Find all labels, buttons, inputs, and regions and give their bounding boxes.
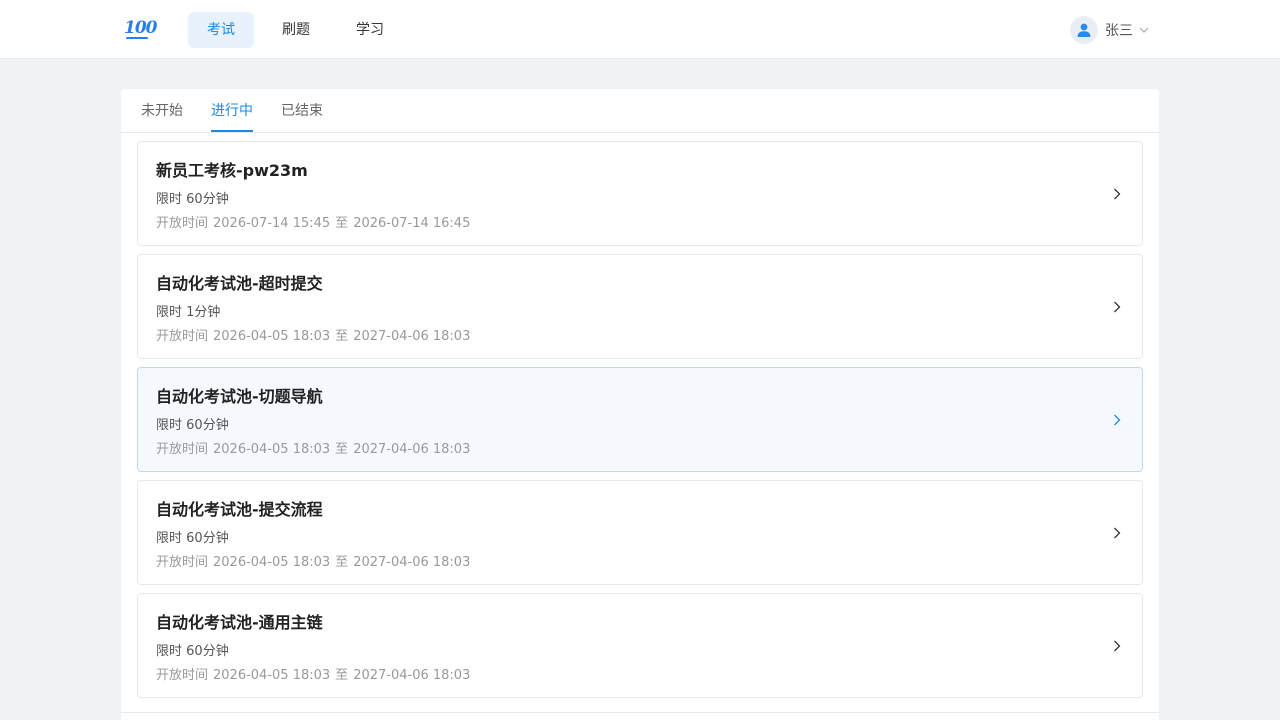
logo[interactable]: 100 [124, 18, 157, 38]
open-time-end: 2027-04-06 18:03 [353, 442, 471, 457]
open-time-start: 2026-04-05 18:03 [213, 442, 331, 457]
tab-in-progress[interactable]: 进行中 [211, 89, 253, 133]
duration-value: 60分钟 [186, 418, 229, 433]
open-time-separator: 至 [335, 668, 349, 683]
list-bottom-divider [121, 712, 1159, 713]
duration-label: 限时 [156, 418, 183, 433]
exam-title: 自动化考试池-通用主链 [156, 613, 323, 632]
exam-duration: 限时 60分钟 [156, 414, 229, 433]
open-time-separator: 至 [335, 329, 349, 344]
duration-label: 限时 [156, 644, 183, 659]
open-time-separator: 至 [335, 442, 349, 457]
nav-item-exam[interactable]: 考试 [188, 12, 254, 48]
chevron-right-icon [1112, 413, 1122, 427]
exam-open-time: 开放时间 2026-04-05 18:03 至 2027-04-06 18:03 [156, 664, 470, 683]
exam-title: 自动化考试池-切题导航 [156, 387, 323, 406]
user-menu[interactable]: 张三 [1070, 15, 1149, 45]
chevron-right-icon [1112, 526, 1122, 540]
open-time-end: 2027-04-06 18:03 [353, 329, 471, 344]
nav-item-practice[interactable]: 刷题 [263, 12, 329, 48]
exam-open-time: 开放时间 2026-07-14 15:45 至 2026-07-14 16:45 [156, 212, 470, 231]
avatar[interactable] [1070, 16, 1098, 44]
open-time-end: 2026-07-14 16:45 [353, 216, 471, 231]
tab-finished[interactable]: 已结束 [281, 89, 323, 133]
open-time-start: 2026-04-05 18:03 [213, 329, 331, 344]
open-time-start: 2026-07-14 15:45 [213, 216, 331, 231]
duration-value: 60分钟 [186, 644, 229, 659]
duration-value: 60分钟 [186, 531, 229, 546]
exam-open-time: 开放时间 2026-04-05 18:03 至 2027-04-06 18:03 [156, 551, 470, 570]
exam-list-panel: 未开始 进行中 已结束 新员工考核-pw23m 限时 60分钟 开放时间 2026… [121, 89, 1159, 720]
top-navigation-bar: 100 考试 刷题 学习 张三 [0, 0, 1280, 59]
nav-item-study[interactable]: 学习 [337, 12, 403, 48]
exam-duration: 限时 1分钟 [156, 301, 220, 320]
open-time-label: 开放时间 [156, 216, 209, 231]
chevron-right-icon [1112, 639, 1122, 653]
exam-open-time: 开放时间 2026-04-05 18:03 至 2027-04-06 18:03 [156, 325, 470, 344]
user-name[interactable]: 张三 [1105, 20, 1133, 40]
exam-list-item[interactable]: 自动化考试池-切题导航 限时 60分钟 开放时间 2026-04-05 18:03… [137, 367, 1143, 472]
exam-open-time: 开放时间 2026-04-05 18:03 至 2027-04-06 18:03 [156, 438, 470, 457]
duration-label: 限时 [156, 192, 183, 207]
open-time-label: 开放时间 [156, 555, 209, 570]
open-time-start: 2026-04-05 18:03 [213, 555, 331, 570]
exam-list-item[interactable]: 自动化考试池-提交流程 限时 60分钟 开放时间 2026-04-05 18:03… [137, 480, 1143, 585]
user-icon [1077, 23, 1091, 37]
open-time-label: 开放时间 [156, 668, 209, 683]
exam-list-item[interactable]: 新员工考核-pw23m 限时 60分钟 开放时间 2026-07-14 15:45… [137, 141, 1143, 246]
exam-duration: 限时 60分钟 [156, 188, 229, 207]
open-time-start: 2026-04-05 18:03 [213, 668, 331, 683]
duration-value: 1分钟 [186, 305, 221, 320]
exam-title: 新员工考核-pw23m [156, 161, 308, 180]
chevron-down-icon[interactable] [1139, 27, 1149, 33]
duration-label: 限时 [156, 305, 183, 320]
chevron-right-icon [1112, 300, 1122, 314]
open-time-label: 开放时间 [156, 442, 209, 457]
open-time-end: 2027-04-06 18:03 [353, 555, 471, 570]
open-time-separator: 至 [335, 216, 349, 231]
exam-title: 自动化考试池-提交流程 [156, 500, 323, 519]
exam-list-item[interactable]: 自动化考试池-超时提交 限时 1分钟 开放时间 2026-04-05 18:03 至… [137, 254, 1143, 359]
active-tab-indicator [211, 130, 253, 132]
exam-title: 自动化考试池-超时提交 [156, 274, 323, 293]
logo-underline [126, 37, 148, 39]
tab-not-started[interactable]: 未开始 [141, 89, 183, 133]
exam-duration: 限时 60分钟 [156, 640, 229, 659]
duration-label: 限时 [156, 531, 183, 546]
open-time-separator: 至 [335, 555, 349, 570]
open-time-end: 2027-04-06 18:03 [353, 668, 471, 683]
open-time-label: 开放时间 [156, 329, 209, 344]
exam-duration: 限时 60分钟 [156, 527, 229, 546]
chevron-right-icon [1112, 187, 1122, 201]
status-tabs: 未开始 进行中 已结束 [121, 89, 1159, 133]
duration-value: 60分钟 [186, 192, 229, 207]
exam-list-item[interactable]: 自动化考试池-通用主链 限时 60分钟 开放时间 2026-04-05 18:03… [137, 593, 1143, 698]
